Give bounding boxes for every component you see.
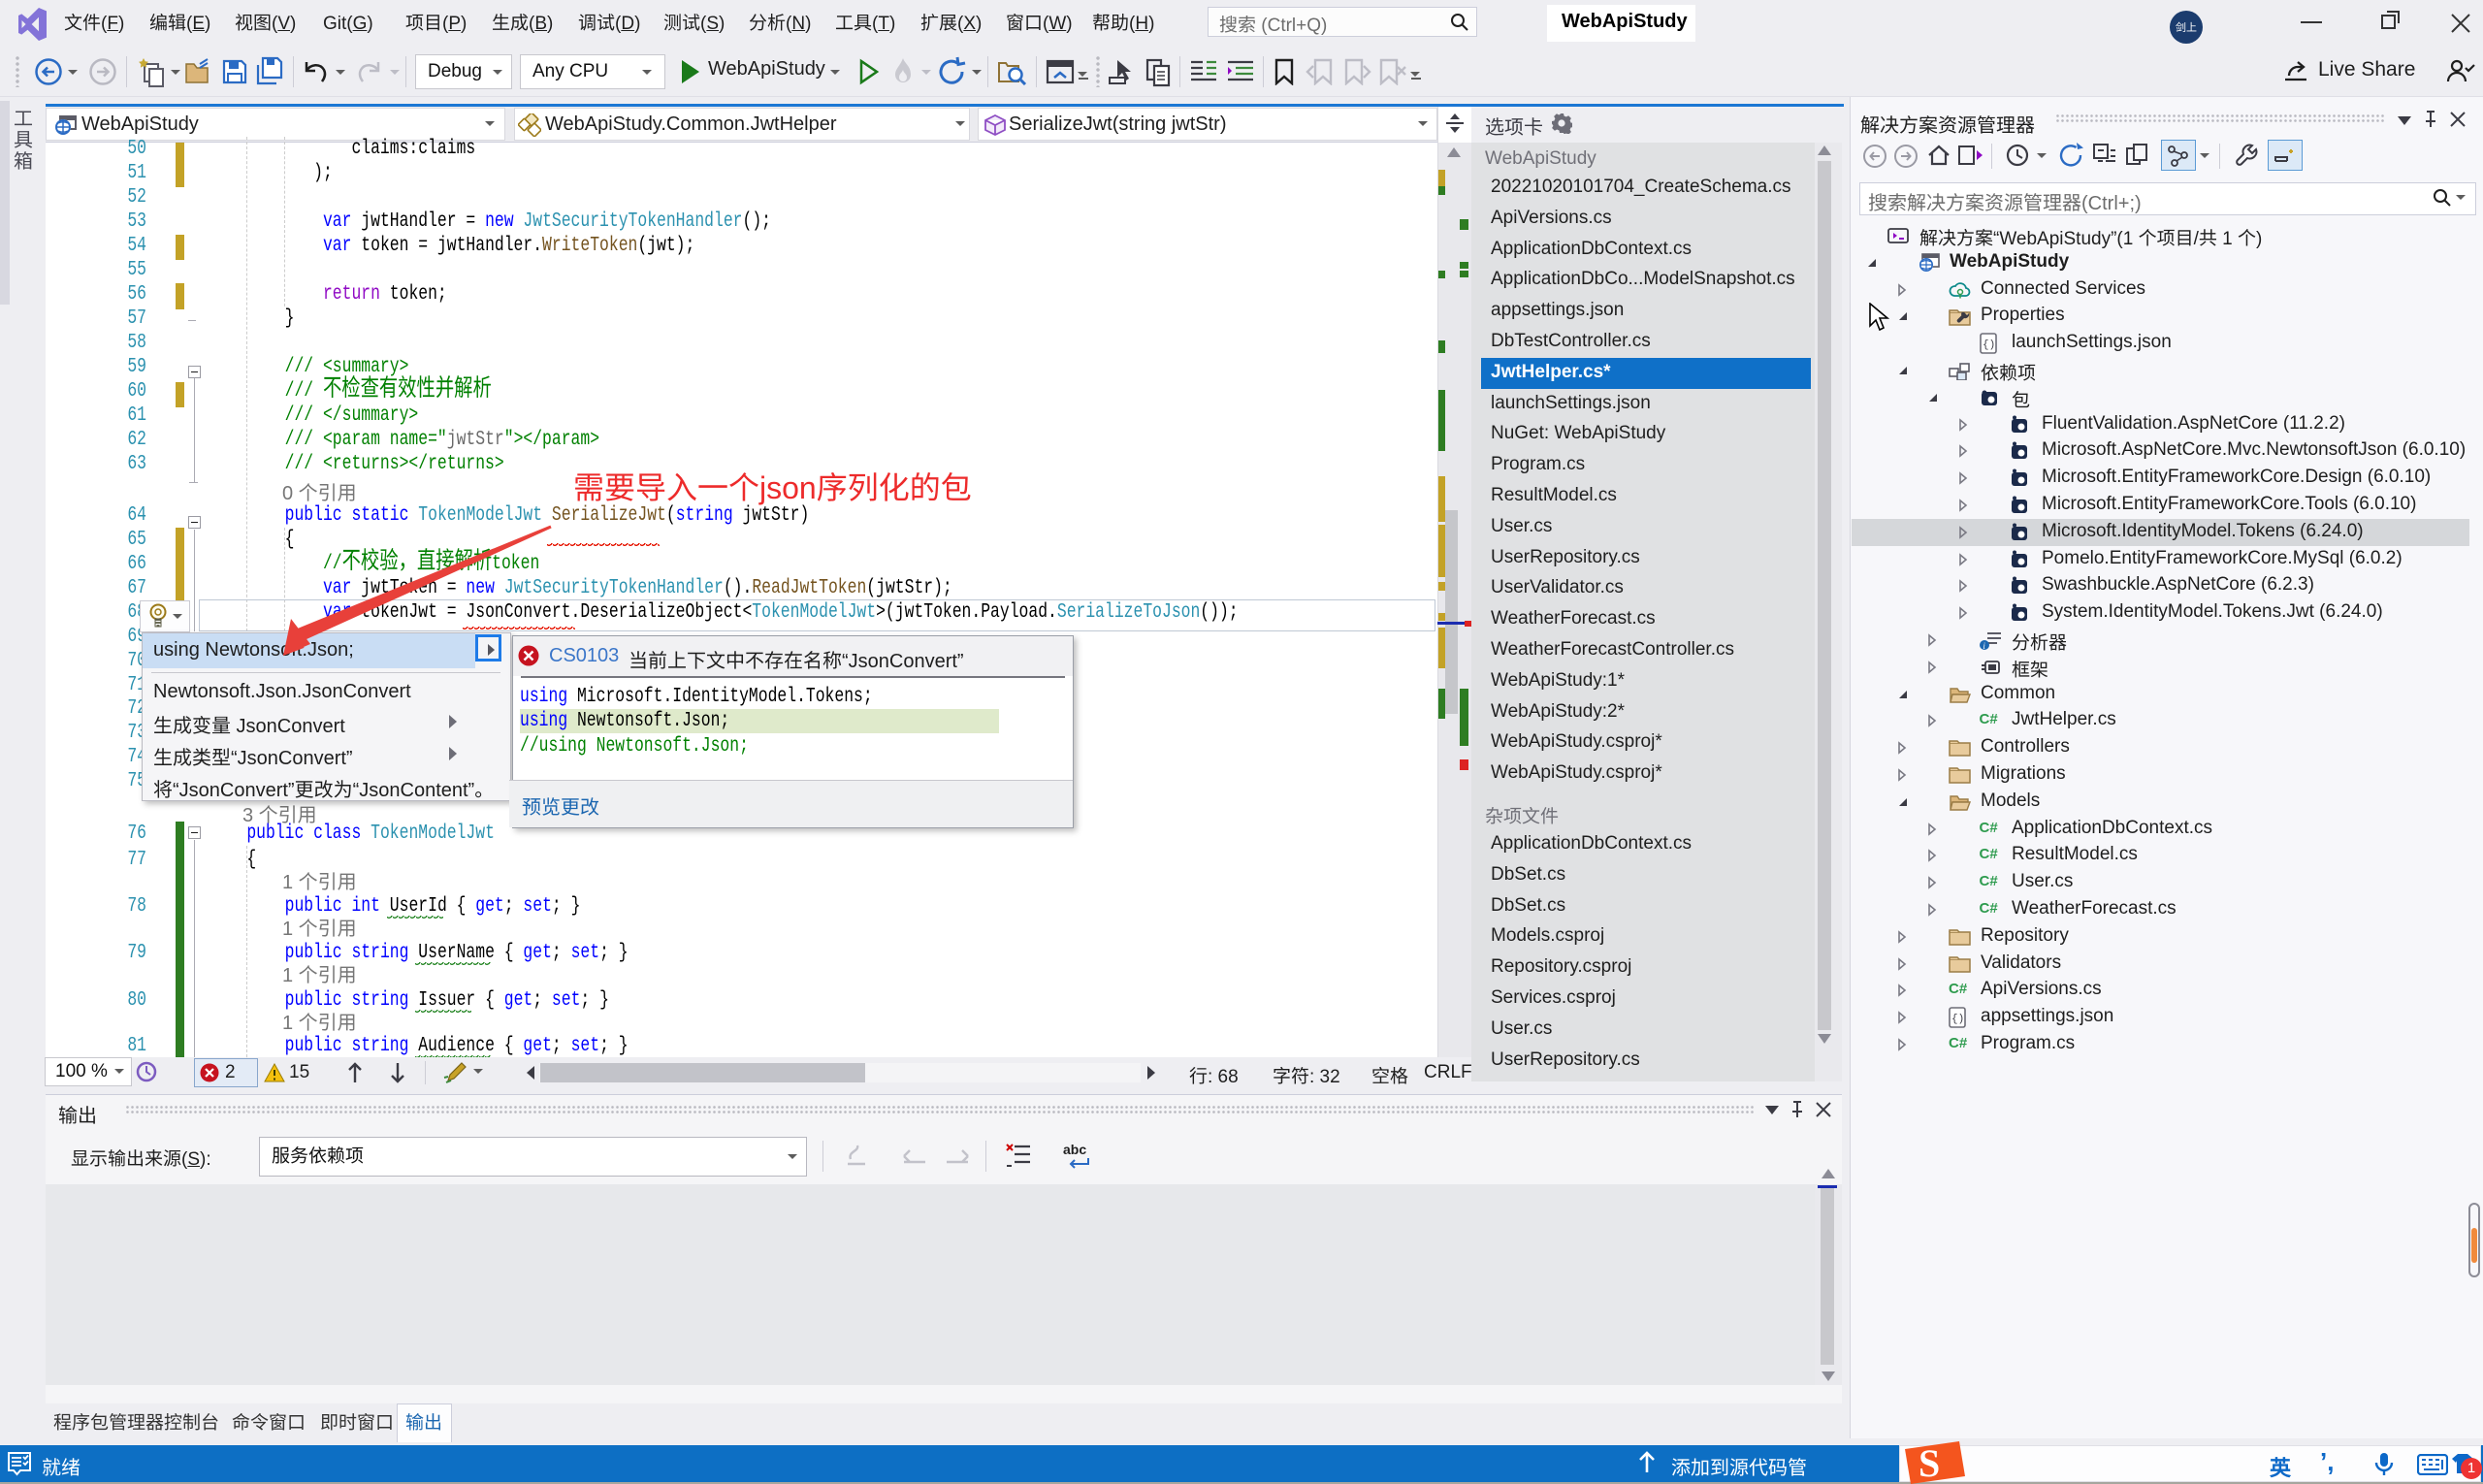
svg-text:{): {)	[1951, 1014, 1964, 1025]
svg-text:abc: abc	[1063, 1142, 1086, 1157]
svg-text:S: S	[1919, 1441, 1940, 1484]
svg-text:{): {)	[1983, 339, 1995, 351]
